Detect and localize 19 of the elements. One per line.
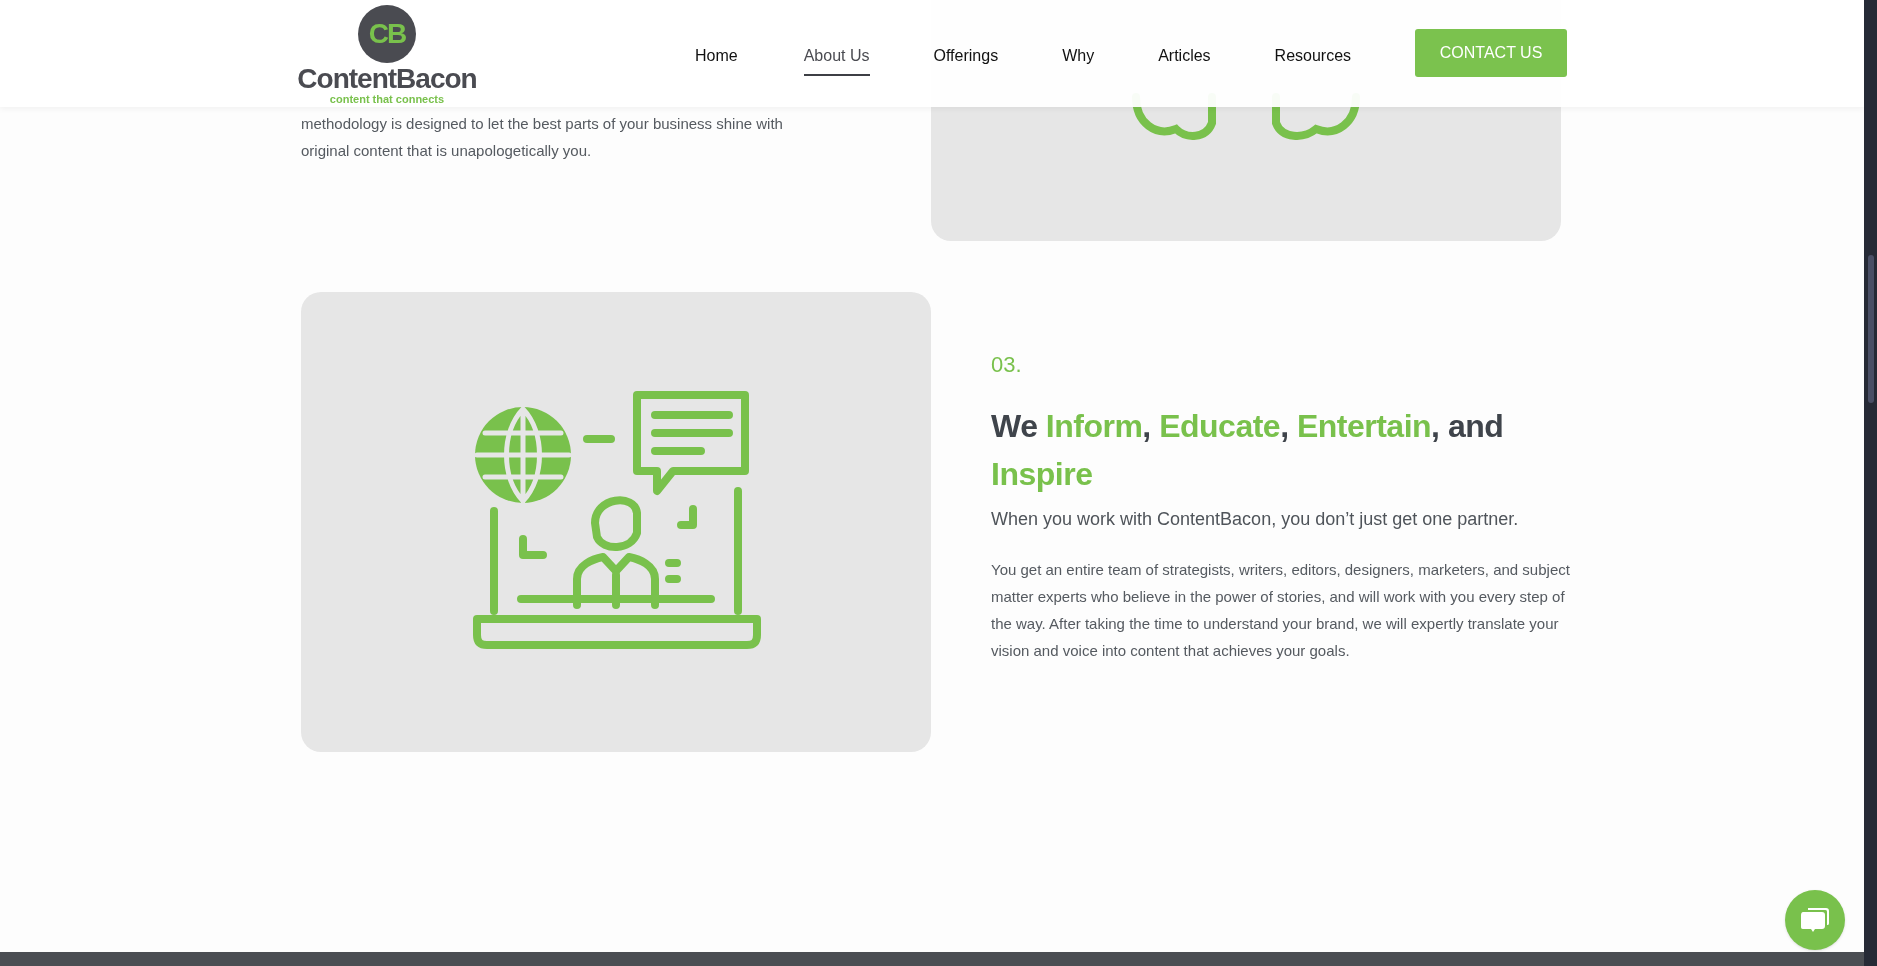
section-number: 03. (991, 352, 1023, 378)
nav-link[interactable]: Articles (1158, 44, 1211, 76)
logo-wordmark[interactable]: ContentBacon (297, 65, 477, 93)
nav-link[interactable]: Offerings (933, 44, 999, 76)
nav-link[interactable]: About Us (803, 44, 870, 76)
logo-monogram: CB (368, 17, 406, 51)
nav-link[interactable]: Why (1062, 44, 1095, 76)
nav-link[interactable]: Home (695, 44, 738, 76)
scrollbar[interactable] (1864, 0, 1877, 966)
logo-badge[interactable]: CB (358, 5, 416, 63)
section-heading: We Inform, Educate, Entertain, and Inspire (991, 407, 1505, 494)
nav-link[interactable]: Resources (1274, 44, 1352, 76)
paragraph-line: original content that is unapologetically you. (301, 141, 592, 161)
chat-icon (1800, 906, 1830, 934)
section-subtitle: When you work with ContentBacon, you don’t just get one partner. (991, 508, 1519, 531)
section-paragraph: You get an entire team of strategists, writers, editors, designers, marketers, and subject matter experts who believe in the power of stories, and will work with you every step of the way. After taking the time to understand your brand, we will expertly translate your vision and voice into content that achieves your goals. (991, 560, 1571, 661)
logo-tagline: content that connects (329, 93, 445, 105)
paragraph-line: methodology is designed to let the best parts of your business shine with (301, 114, 783, 134)
chat-button[interactable] (1785, 890, 1845, 950)
